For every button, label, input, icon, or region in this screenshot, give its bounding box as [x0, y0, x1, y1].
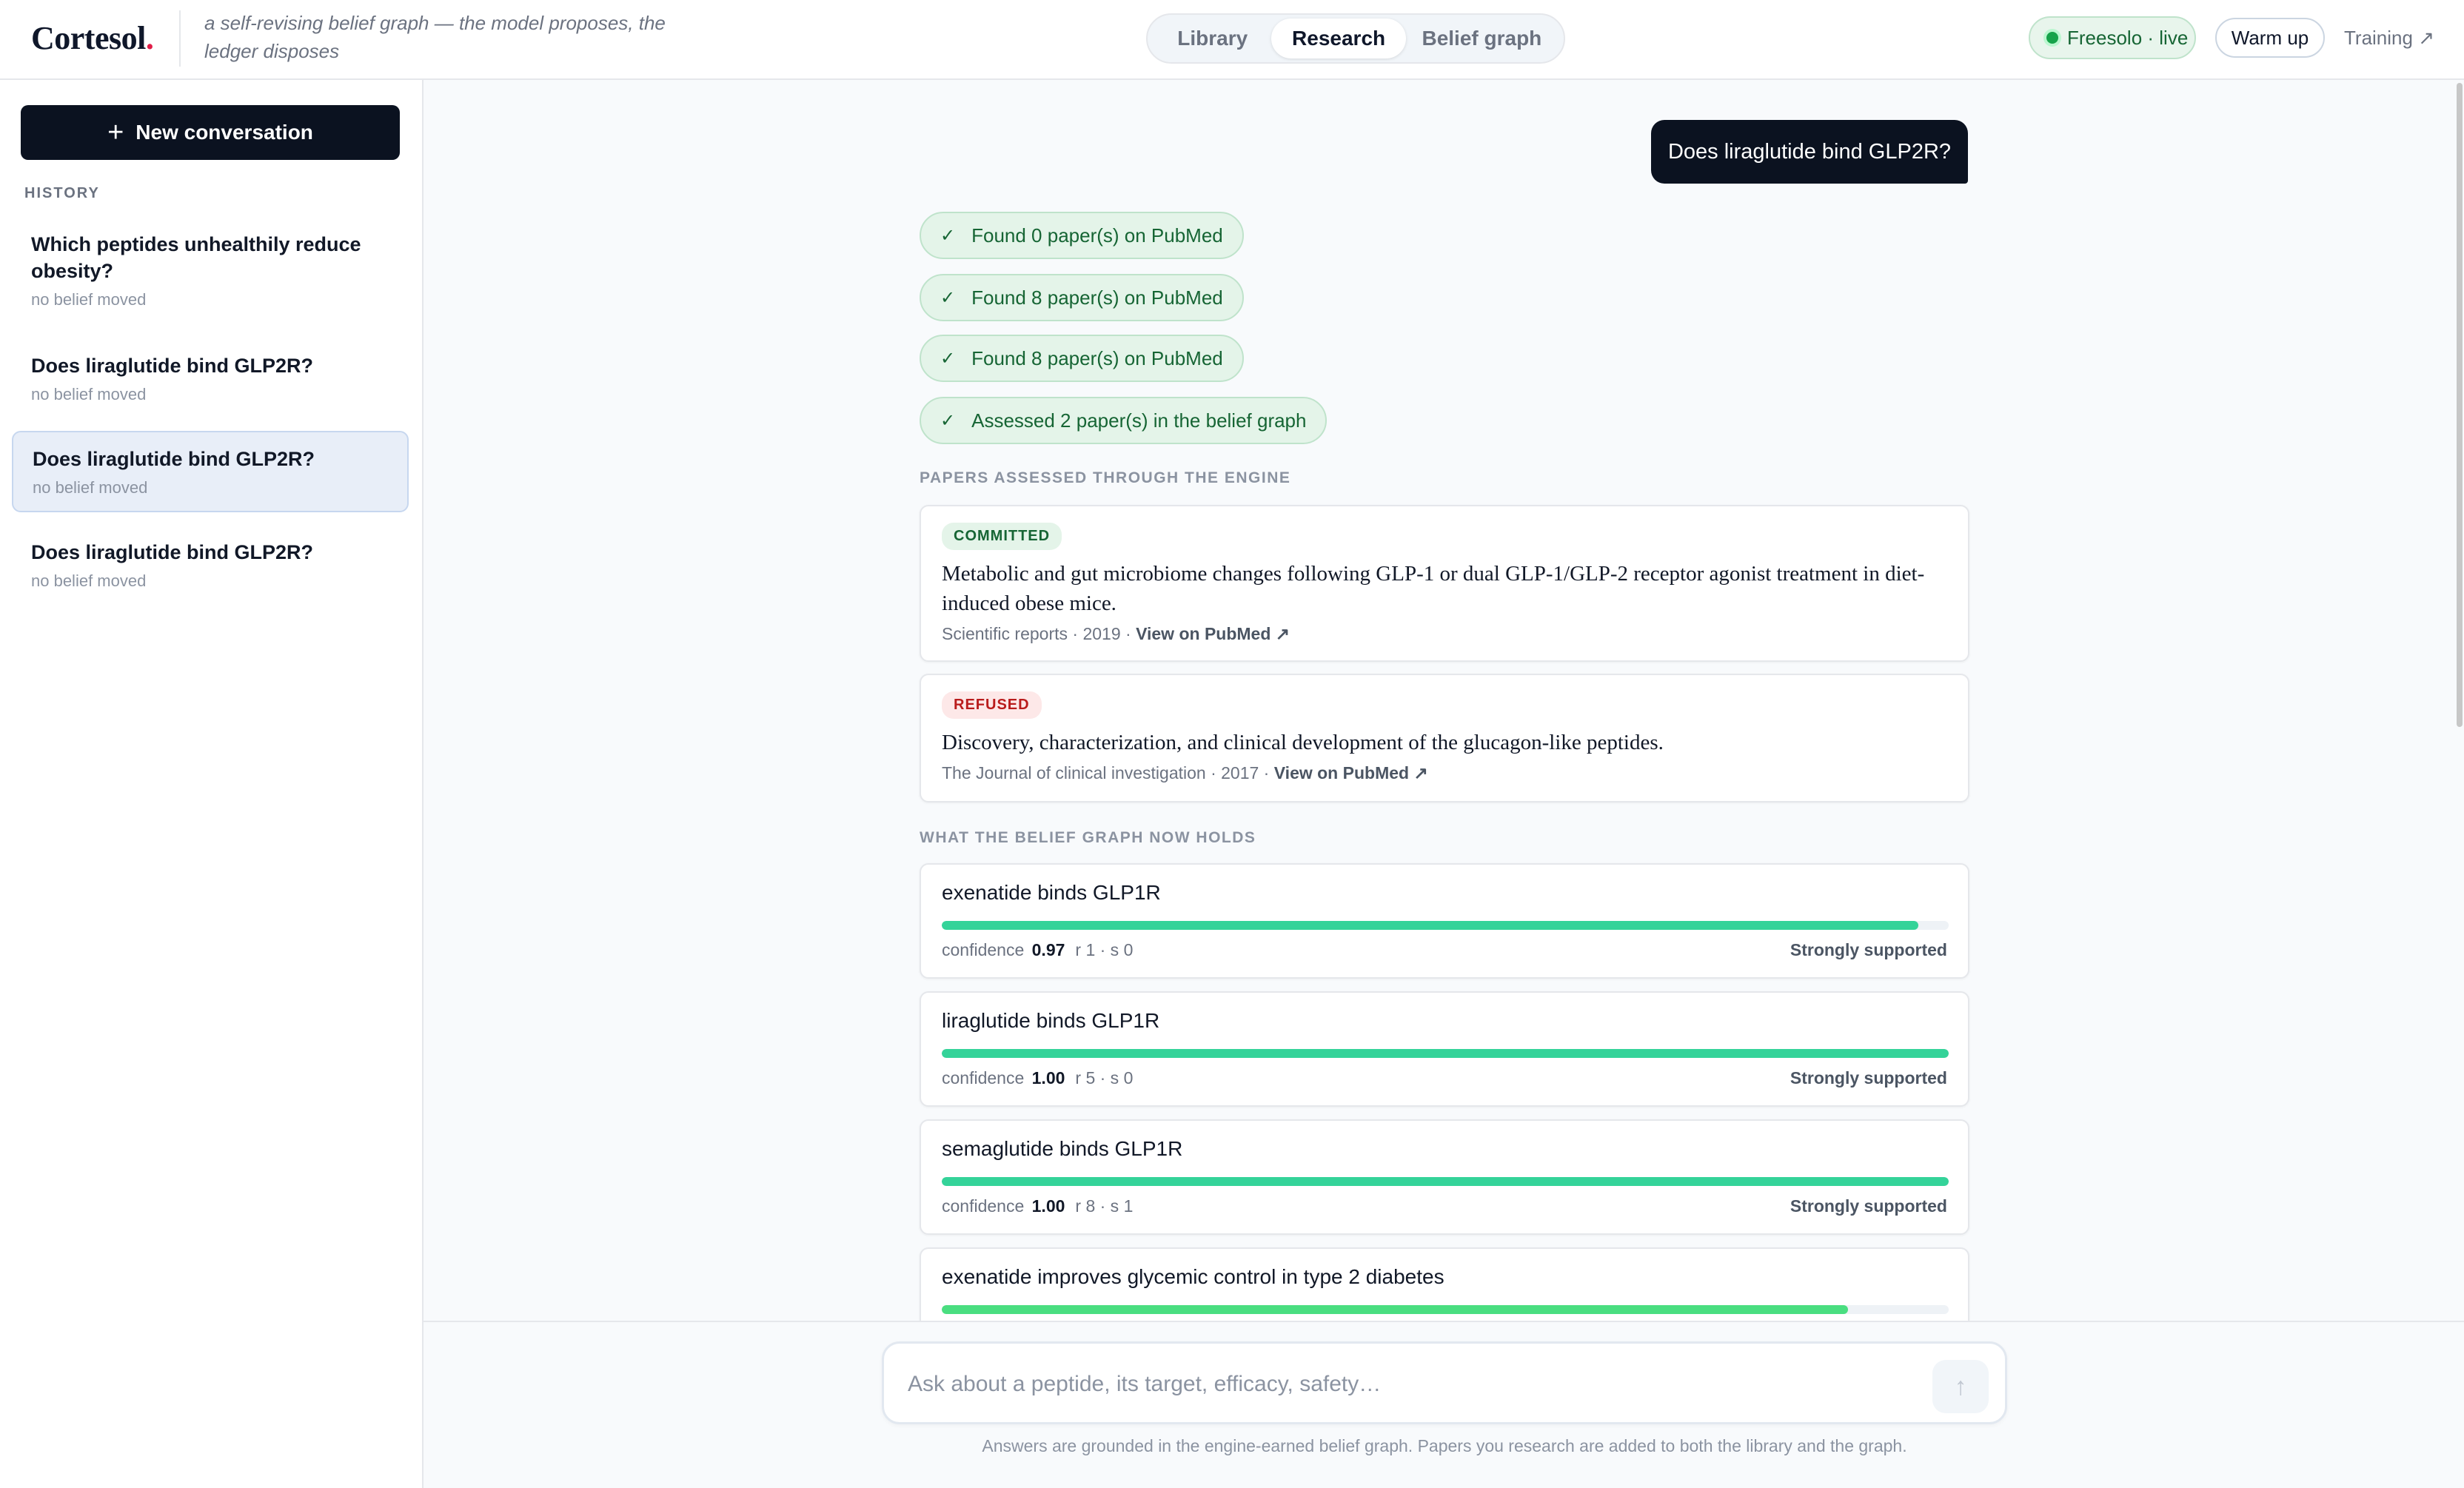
- history-item-subtitle: no belief moved: [31, 290, 147, 309]
- check-icon: ✓: [940, 348, 956, 369]
- tab-library[interactable]: Library: [1154, 19, 1271, 58]
- confidence-label: confidence: [942, 1196, 1025, 1216]
- confidence-bar-fill: [942, 1305, 1848, 1314]
- training-link[interactable]: Training ↗: [2344, 27, 2434, 50]
- papers-section-heading: PAPERS ASSESSED THROUGH THE ENGINE: [920, 469, 1291, 486]
- history-item-subtitle: no belief moved: [31, 385, 147, 403]
- belief-card: semaglutide binds GLP1R confidence 1.00 r…: [920, 1119, 1969, 1235]
- belief-card: exenatide binds GLP1R confidence 0.97 r 1…: [920, 863, 1969, 979]
- tab-belief-graph[interactable]: Belief graph: [1406, 19, 1558, 58]
- new-conversation-label: New conversation: [135, 121, 313, 144]
- research-step: ✓ Assessed 2 paper(s) in the belief grap…: [920, 397, 1328, 444]
- paper-journal-year: Scientific reports · 2019 ·: [942, 624, 1136, 643]
- composer-footnote: Answers are grounded in the engine-earne…: [982, 1436, 1907, 1455]
- tab-research[interactable]: Research: [1271, 19, 1406, 58]
- research-step-text: Assessed 2 paper(s) in the belief graph: [971, 409, 1307, 432]
- confidence-bar: [942, 1177, 1949, 1186]
- check-icon: ✓: [940, 287, 956, 308]
- paper-title: Metabolic and gut microbiome changes fol…: [942, 562, 1925, 615]
- sidebar: + New conversation HISTORY Which peptide…: [0, 80, 424, 1488]
- evidence-counts: r 8 · s 1: [1075, 1196, 1134, 1216]
- user-message-bubble: Does liraglutide bind GLP2R?: [1651, 120, 1968, 184]
- confidence-bar-fill: [942, 1049, 1949, 1058]
- paper-title: Discovery, characterization, and clinica…: [942, 731, 1664, 754]
- confidence-label: confidence: [942, 1068, 1025, 1087]
- brand-dot: .: [145, 20, 154, 56]
- confidence-value: 1.00: [1031, 1196, 1065, 1216]
- belief-verdict: Strongly supported: [1790, 1068, 1947, 1087]
- confidence-bar: [942, 1305, 1949, 1314]
- research-step-text: Found 0 paper(s) on PubMed: [971, 224, 1223, 247]
- belief-meta: confidence 1.00 r 5 · s 0: [942, 1068, 1133, 1088]
- belief-verdict: Strongly supported: [1790, 1196, 1947, 1216]
- tagline: a self-revising belief graph — the model…: [204, 12, 666, 62]
- history-item[interactable]: Which peptides unhealthily reduce obesit…: [12, 218, 409, 323]
- confidence-bar-fill: [942, 1177, 1949, 1186]
- belief-card: exenatide improves glycemic control in t…: [920, 1247, 1969, 1321]
- view-on-pubmed-link[interactable]: View on PubMed ↗: [1136, 624, 1290, 643]
- history-item-title: Which peptides unhealthily reduce obesit…: [31, 233, 361, 282]
- plus-icon: +: [107, 117, 124, 148]
- paper-meta: The Journal of clinical investigation · …: [942, 763, 1947, 783]
- scrollbar[interactable]: [2457, 83, 2463, 727]
- confidence-bar: [942, 1049, 1949, 1058]
- header-divider: [179, 10, 181, 67]
- top-header: Cortesol. a self-revising belief graph —…: [0, 0, 2464, 80]
- main-nav: Library Research Belief graph: [1146, 13, 1565, 64]
- belief-claim: liraglutide binds GLP1R: [942, 1009, 1160, 1032]
- confidence-value: 1.00: [1031, 1068, 1065, 1087]
- confidence-bar: [942, 921, 1949, 930]
- history-item-title: Does liraglutide bind GLP2R?: [31, 541, 314, 563]
- history-heading: HISTORY: [24, 185, 100, 201]
- history-item-subtitle: no belief moved: [33, 478, 148, 497]
- research-step-text: Found 8 paper(s) on PubMed: [971, 286, 1223, 309]
- history-item-title: Does liraglutide bind GLP2R?: [31, 355, 314, 377]
- evidence-counts: r 5 · s 0: [1075, 1068, 1134, 1087]
- check-icon: ✓: [940, 410, 956, 431]
- paper-card: COMMITTED Metabolic and gut microbiome c…: [920, 505, 1969, 662]
- history-item-title: Does liraglutide bind GLP2R?: [33, 448, 315, 470]
- check-icon: ✓: [940, 225, 956, 246]
- paper-meta: Scientific reports · 2019 · View on PubM…: [942, 624, 1947, 644]
- ask-input[interactable]: [908, 1364, 1915, 1404]
- belief-claim: exenatide improves glycemic control in t…: [942, 1265, 1444, 1288]
- confidence-value: 0.97: [1031, 940, 1065, 959]
- confidence-bar-fill: [942, 921, 1919, 930]
- status-text: Freesolo · live: [2067, 26, 2189, 49]
- view-on-pubmed-link[interactable]: View on PubMed ↗: [1274, 763, 1428, 782]
- history-item[interactable]: Does liraglutide bind GLP2R? no belief m…: [12, 526, 409, 604]
- research-step-text: Found 8 paper(s) on PubMed: [971, 346, 1223, 369]
- belief-meta: confidence 0.97 r 1 · s 0: [942, 940, 1133, 960]
- research-step: ✓ Found 0 paper(s) on PubMed: [920, 212, 1244, 259]
- research-step: ✓ Found 8 paper(s) on PubMed: [920, 335, 1244, 382]
- refused-badge: REFUSED: [942, 691, 1042, 719]
- belief-claim: semaglutide binds GLP1R: [942, 1137, 1183, 1160]
- beliefs-section-heading: WHAT THE BELIEF GRAPH NOW HOLDS: [920, 829, 1256, 846]
- warm-up-button[interactable]: Warm up: [2215, 18, 2325, 58]
- history-item-active[interactable]: Does liraglutide bind GLP2R? no belief m…: [12, 431, 409, 512]
- belief-meta: confidence 1.00 r 8 · s 1: [942, 1196, 1133, 1216]
- paper-journal-year: The Journal of clinical investigation · …: [942, 763, 1274, 782]
- new-conversation-button[interactable]: + New conversation: [21, 105, 400, 160]
- belief-claim: exenatide binds GLP1R: [942, 881, 1161, 904]
- send-button[interactable]: ↑: [1932, 1360, 1989, 1413]
- research-step: ✓ Found 8 paper(s) on PubMed: [920, 274, 1244, 321]
- confidence-label: confidence: [942, 940, 1025, 959]
- brand-name: Cortesol: [31, 20, 146, 56]
- history-item[interactable]: Does liraglutide bind GLP2R? no belief m…: [12, 339, 409, 418]
- committed-badge: COMMITTED: [942, 523, 1062, 550]
- paper-card: REFUSED Discovery, characterization, and…: [920, 674, 1969, 802]
- history-item-subtitle: no belief moved: [31, 572, 147, 590]
- status-badge: Freesolo · live: [2029, 16, 2196, 59]
- live-dot-icon: [2046, 32, 2058, 44]
- evidence-counts: r 1 · s 0: [1075, 940, 1134, 959]
- belief-verdict: Strongly supported: [1790, 940, 1947, 959]
- composer: ↑: [882, 1341, 2007, 1424]
- belief-card: liraglutide binds GLP1R confidence 1.00 r…: [920, 991, 1969, 1107]
- brand-logo[interactable]: Cortesol.: [31, 19, 154, 57]
- arrow-up-icon: ↑: [1954, 1372, 1967, 1401]
